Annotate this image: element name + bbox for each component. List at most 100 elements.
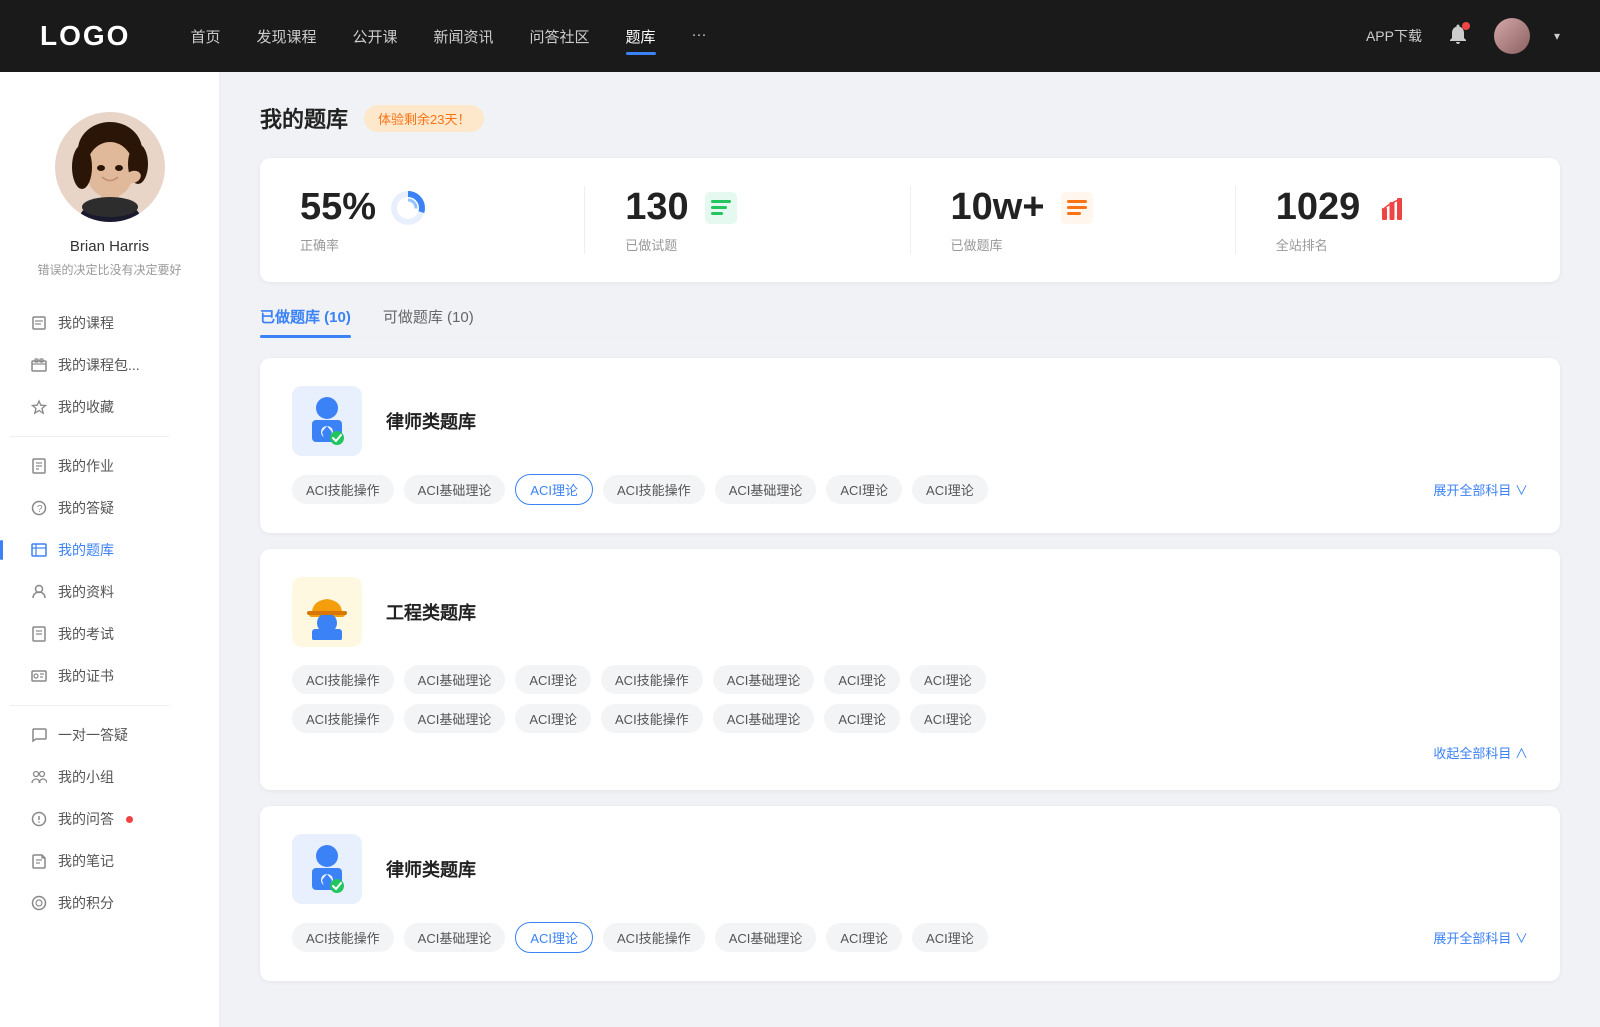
tag[interactable]: ACI基础理论 — [404, 923, 506, 952]
sidebar-item-one-on-one[interactable]: 一对一答疑 — [10, 714, 209, 756]
sidebar-label: 我的笔记 — [58, 851, 114, 871]
sidebar-label: 我的积分 — [58, 893, 114, 913]
nav-discover[interactable]: 发现课程 — [256, 22, 316, 51]
stat-label-rank: 全站排名 — [1276, 235, 1328, 254]
tab-done[interactable]: 已做题库 (10) — [260, 306, 351, 337]
nav-links: 首页 发现课程 公开课 新闻资讯 问答社区 题库 ··· — [190, 22, 1366, 51]
tag[interactable]: ACI理论 — [826, 923, 902, 952]
nav-home[interactable]: 首页 — [190, 22, 220, 51]
notification-bell[interactable] — [1446, 22, 1470, 51]
engineer-icon — [302, 585, 352, 640]
tag-active[interactable]: ACI理论 — [515, 922, 593, 953]
nav-qbank[interactable]: 题库 — [626, 22, 656, 51]
sidebar-item-my-profile[interactable]: 我的资料 — [10, 571, 209, 613]
stat-label-done-q: 已做试题 — [625, 235, 677, 254]
qbank-header-1: 律师类题库 — [292, 386, 1528, 456]
stat-label-done-b: 已做题库 — [951, 235, 1003, 254]
nav-more[interactable]: ··· — [692, 22, 707, 51]
user-motto: 错误的决定比没有决定要好 — [17, 261, 201, 278]
tag[interactable]: ACI基础理论 — [713, 665, 815, 694]
notification-dot-answers — [126, 816, 133, 823]
homework-icon — [30, 457, 48, 475]
sidebar-label: 我的题库 — [58, 540, 114, 560]
sidebar-item-my-exam[interactable]: 我的考试 — [10, 613, 209, 655]
sidebar-label: 我的小组 — [58, 767, 114, 787]
sidebar-label: 我的作业 — [58, 456, 114, 476]
nav-open[interactable]: 公开课 — [352, 22, 397, 51]
tabs: 已做题库 (10) 可做题库 (10) — [260, 306, 1560, 338]
tag[interactable]: ACI技能操作 — [603, 475, 705, 504]
nav-qa[interactable]: 问答社区 — [530, 22, 590, 51]
trial-badge: 体验剩余23天！ — [364, 105, 484, 132]
logo: LOGO — [40, 20, 130, 52]
tag[interactable]: ACI基础理论 — [404, 704, 506, 733]
tag[interactable]: ACI技能操作 — [603, 923, 705, 952]
sidebar-label: 一对一答疑 — [58, 725, 128, 745]
course-icon — [30, 314, 48, 332]
nav-news[interactable]: 新闻资讯 — [434, 22, 494, 51]
sidebar-item-my-package[interactable]: 我的课程包... — [10, 344, 209, 386]
tag[interactable]: ACI理论 — [910, 704, 986, 733]
user-avatar[interactable] — [1494, 18, 1530, 54]
tag[interactable]: ACI理论 — [826, 475, 902, 504]
expand-button-1[interactable]: 展开全部科目 ∨ — [1433, 480, 1528, 499]
tag[interactable]: ACI技能操作 — [601, 665, 703, 694]
tag[interactable]: ACI理论 — [910, 665, 986, 694]
chevron-down-icon[interactable]: ▾ — [1554, 29, 1560, 43]
tag[interactable]: ACI技能操作 — [292, 475, 394, 504]
svg-text:?: ? — [37, 504, 43, 515]
cert-icon — [30, 667, 48, 685]
qbank-title-1: 律师类题库 — [386, 408, 1528, 434]
qbank-icon — [30, 541, 48, 559]
profile-icon — [30, 583, 48, 601]
sidebar-item-my-cert[interactable]: 我的证书 — [10, 655, 209, 697]
tag[interactable]: ACI理论 — [515, 704, 591, 733]
tag[interactable]: ACI基础理论 — [715, 475, 817, 504]
collapse-section: 收起全部科目 ∧ — [292, 743, 1528, 762]
tag-active[interactable]: ACI理论 — [515, 474, 593, 505]
sidebar-item-my-notes[interactable]: 我的笔记 — [10, 840, 209, 882]
sidebar-item-my-course[interactable]: 我的课程 — [10, 302, 209, 344]
tag[interactable]: ACI理论 — [824, 704, 900, 733]
tag[interactable]: ACI技能操作 — [601, 704, 703, 733]
stat-value-rank: 1029 — [1276, 186, 1361, 229]
bar-chart-red-icon — [1372, 188, 1412, 228]
answers-icon — [30, 810, 48, 828]
stats-bar: 55% 正确率 130 — [260, 158, 1560, 282]
notes-icon — [30, 852, 48, 870]
sidebar-item-my-homework[interactable]: 我的作业 — [10, 445, 209, 487]
tag[interactable]: ACI技能操作 — [292, 665, 394, 694]
page-header: 我的题库 体验剩余23天！ — [260, 102, 1560, 134]
expand-button-3[interactable]: 展开全部科目 ∨ — [1433, 928, 1528, 947]
tag[interactable]: ACI技能操作 — [292, 704, 394, 733]
qbank-tags-row-1: ACI技能操作 ACI基础理论 ACI理论 ACI技能操作 ACI基础理论 AC… — [292, 665, 1528, 694]
tab-todo[interactable]: 可做题库 (10) — [383, 306, 474, 337]
sidebar-item-my-qbank[interactable]: 我的题库 — [10, 529, 209, 571]
avatar-image — [55, 112, 165, 222]
tag[interactable]: ACI理论 — [912, 923, 988, 952]
tag[interactable]: ACI理论 — [912, 475, 988, 504]
qbank-card-lawyer-1: 律师类题库 ACI技能操作 ACI基础理论 ACI理论 ACI技能操作 ACI基… — [260, 358, 1560, 533]
tag[interactable]: ACI技能操作 — [292, 923, 394, 952]
list-green-icon — [701, 188, 741, 228]
sidebar-label: 我的问答 — [58, 809, 114, 829]
tag[interactable]: ACI理论 — [515, 665, 591, 694]
sidebar-label: 我的考试 — [58, 624, 114, 644]
tag[interactable]: ACI基础理论 — [404, 475, 506, 504]
user-name: Brian Harris — [70, 238, 149, 255]
sidebar-item-my-group[interactable]: 我的小组 — [10, 756, 209, 798]
tag[interactable]: ACI理论 — [824, 665, 900, 694]
stat-accuracy: 55% 正确率 — [260, 186, 585, 254]
sidebar-item-my-points[interactable]: 我的积分 — [10, 882, 209, 924]
tag[interactable]: ACI基础理论 — [404, 665, 506, 694]
sidebar-item-my-collection[interactable]: 我的收藏 — [10, 386, 209, 428]
sidebar-item-my-question[interactable]: ? 我的答疑 — [10, 487, 209, 529]
qbank-card-engineer: 工程类题库 ACI技能操作 ACI基础理论 ACI理论 ACI技能操作 ACI基… — [260, 549, 1560, 790]
app-download-button[interactable]: APP下载 — [1366, 26, 1422, 46]
collapse-button[interactable]: 收起全部科目 ∧ — [1433, 743, 1528, 762]
tag[interactable]: ACI基础理论 — [713, 704, 815, 733]
page-title: 我的题库 — [260, 102, 348, 134]
lawyer-icon-2 — [302, 842, 352, 897]
tag[interactable]: ACI基础理论 — [715, 923, 817, 952]
sidebar-item-my-answers[interactable]: 我的问答 — [10, 798, 209, 840]
